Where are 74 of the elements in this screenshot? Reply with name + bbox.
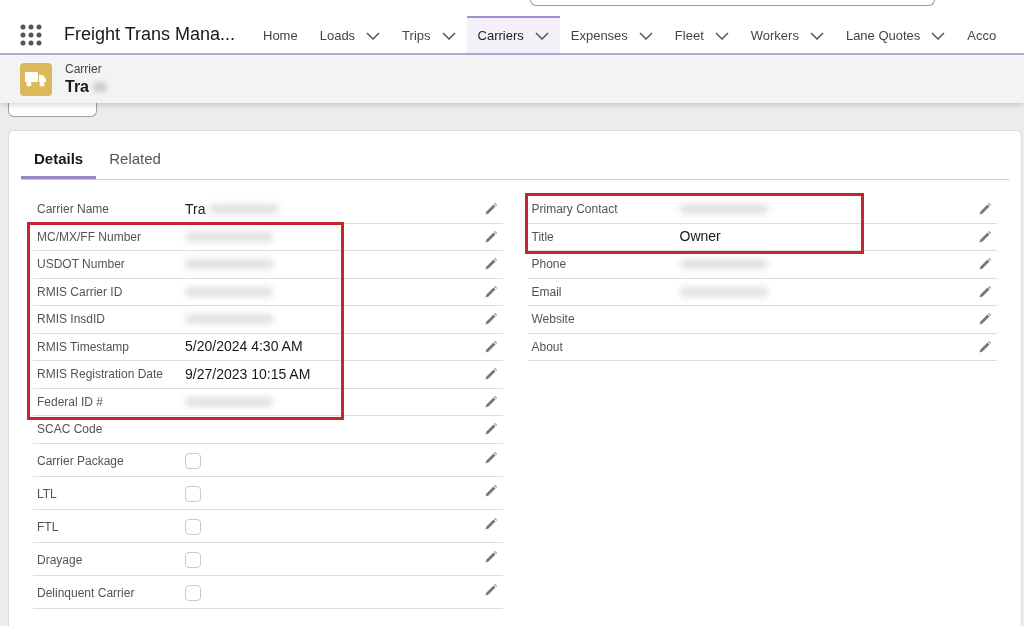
- pencil-icon[interactable]: [484, 451, 497, 464]
- chevron-down-icon[interactable]: [931, 31, 946, 40]
- app-title: Freight Trans Mana...: [64, 23, 236, 46]
- record-type: Carrier: [65, 61, 103, 77]
- field-value: Owner: [679, 227, 721, 247]
- checkbox[interactable]: [185, 518, 201, 535]
- chevron-down-icon[interactable]: [714, 31, 729, 40]
- field-label: RMIS Registration Date: [36, 366, 165, 384]
- field-value: Tra: [185, 199, 206, 219]
- nav-tab[interactable]: Trips: [391, 16, 467, 53]
- grid-icon[interactable]: [20, 23, 42, 46]
- nav-tab[interactable]: Expenses: [559, 16, 664, 53]
- chevron-down-icon[interactable]: [809, 31, 824, 40]
- pencil-icon[interactable]: [484, 230, 497, 243]
- nav-tab[interactable]: Home: [252, 16, 309, 53]
- chevron-down-icon[interactable]: [534, 31, 549, 40]
- field-label: Primary Contact: [530, 201, 619, 219]
- pencil-icon[interactable]: [484, 517, 497, 530]
- input-field[interactable]: [530, 0, 935, 6]
- record-name: Tra: [65, 76, 89, 97]
- pencil-icon[interactable]: [979, 313, 991, 326]
- field-label: Website: [530, 311, 576, 329]
- pencil-icon[interactable]: [979, 340, 991, 353]
- field-label: Carrier Name: [36, 201, 110, 219]
- field-label: Phone: [530, 256, 568, 274]
- field-label: RMIS InsdID: [36, 311, 106, 329]
- checkbox[interactable]: [185, 452, 201, 469]
- field-value: 5/20/2024 4:30 AM: [185, 337, 303, 357]
- pencil-icon[interactable]: [484, 285, 497, 298]
- pencil-icon[interactable]: [979, 258, 991, 271]
- pencil-icon[interactable]: [484, 258, 497, 271]
- pencil-icon[interactable]: [484, 484, 497, 497]
- field-label: About: [530, 338, 564, 356]
- field-label: RMIS Timestamp: [36, 338, 130, 356]
- pencil-icon[interactable]: [979, 230, 991, 243]
- field-label: FTL: [36, 518, 60, 536]
- tab[interactable]: Related: [96, 142, 174, 179]
- tab[interactable]: Details: [21, 142, 97, 179]
- nav-tab[interactable]: Workers: [739, 16, 835, 53]
- field-label: LTL: [36, 485, 58, 503]
- nav-tab[interactable]: Lane Quotes: [834, 16, 957, 53]
- pencil-icon[interactable]: [979, 285, 991, 298]
- pencil-icon[interactable]: [979, 203, 991, 216]
- pencil-icon[interactable]: [484, 550, 497, 563]
- field-label: MC/MX/FF Number: [36, 228, 142, 246]
- nav-tab[interactable]: Carriers: [466, 16, 560, 53]
- checkbox[interactable]: [185, 485, 201, 502]
- field-label: Delinquent Carrier: [36, 584, 136, 602]
- field-label: Email: [530, 283, 563, 301]
- field-label: RMIS Carrier ID: [36, 283, 124, 301]
- checkbox[interactable]: [185, 584, 201, 601]
- field-value: 9/27/2023 10:15 AM: [185, 364, 311, 384]
- field-label: Title: [530, 228, 555, 246]
- pencil-icon[interactable]: [484, 203, 497, 216]
- chevron-down-icon[interactable]: [638, 31, 653, 40]
- pencil-icon[interactable]: [484, 395, 497, 408]
- field-label: Carrier Package: [36, 452, 125, 470]
- nav-tab[interactable]: Loads: [308, 16, 392, 53]
- chevron-down-icon[interactable]: [441, 31, 456, 40]
- pencil-icon[interactable]: [484, 423, 497, 436]
- nav-tab[interactable]: Acco: [956, 16, 997, 53]
- pencil-icon[interactable]: [484, 583, 497, 596]
- nav-tab[interactable]: Fleet: [663, 16, 740, 53]
- field-label: SCAC Code: [36, 421, 104, 439]
- pencil-icon[interactable]: [484, 340, 497, 353]
- field-label: USDOT Number: [36, 256, 126, 274]
- toolbar-button[interactable]: [8, 103, 97, 117]
- truck-icon: [20, 62, 52, 96]
- pencil-icon[interactable]: [484, 368, 497, 381]
- field-label: Drayage: [36, 551, 84, 569]
- checkbox[interactable]: [185, 551, 201, 568]
- chevron-down-icon[interactable]: [366, 31, 381, 40]
- field-label: Federal ID #: [36, 393, 105, 411]
- pencil-icon[interactable]: [484, 313, 497, 326]
